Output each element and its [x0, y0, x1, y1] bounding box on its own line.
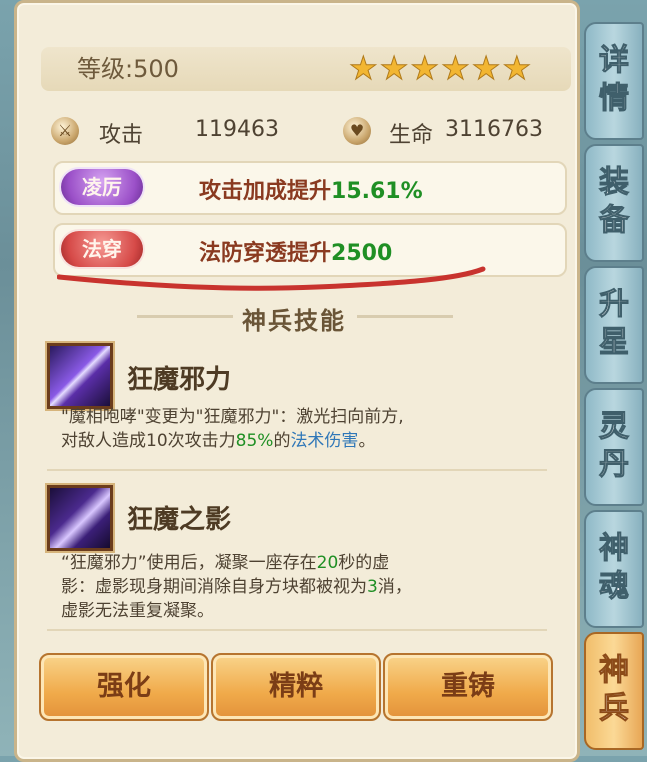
- tab-label: 兵: [599, 691, 630, 727]
- recast-button[interactable]: 重铸: [383, 653, 553, 721]
- skill-desc-line: 对敌人造成10次攻击力85%的法术伤害。: [61, 429, 561, 453]
- skill-desc-text: 消，: [377, 577, 412, 597]
- attribute-text: 攻击加成提升15.61%: [199, 173, 423, 205]
- star-rating: ★ ★ ★ ★ ★ ★: [349, 49, 532, 87]
- tab-label: 升: [599, 287, 630, 323]
- skill-desc-percent: 85%: [235, 431, 274, 451]
- attribute-value: 2500: [331, 241, 393, 266]
- tab-spirit-pill[interactable]: 灵 丹: [584, 388, 644, 506]
- skill-description: “狂魔邪力”使用后，凝聚一座存在20秒的虚 影：虚影现身期间消除自身方块都被视为…: [61, 551, 561, 623]
- attribute-prefix: 法防穿透提升: [199, 241, 332, 266]
- attribute-badge: 法穿: [61, 231, 143, 267]
- skill-description: "魔相咆哮"变更为"狂魔邪力"：激光扫向前方, 对敌人造成10次攻击力85%的法…: [61, 405, 561, 453]
- tab-label: 魂: [599, 569, 630, 605]
- tab-label: 情: [599, 81, 630, 117]
- tab-label: 神: [599, 653, 630, 689]
- skill-desc-text: 。: [358, 431, 376, 451]
- enhance-button[interactable]: 强化: [39, 653, 209, 721]
- skill-desc-number: 20: [316, 553, 339, 573]
- skill-name: 狂魔之影: [127, 505, 232, 535]
- section-title: 神兵技能: [242, 307, 346, 335]
- skill-desc-text: 的: [273, 431, 291, 451]
- star-icon: ★: [379, 49, 409, 87]
- skill-desc-text: 秒的虚: [338, 553, 390, 573]
- star-icon: ★: [410, 49, 440, 87]
- tab-label: 丹: [599, 447, 630, 483]
- skill-desc-line: "魔相咆哮"变更为"狂魔邪力"：激光扫向前方,: [61, 407, 404, 427]
- magic-damage-link[interactable]: 法术伤害: [290, 431, 358, 451]
- title-ornament-right: [357, 315, 453, 318]
- tab-details[interactable]: 详 情: [584, 22, 644, 140]
- annotation-underline: [57, 266, 486, 291]
- life-label: 生命: [389, 123, 434, 148]
- sword-icon: ⚔: [51, 117, 79, 145]
- star-icon: ★: [441, 49, 471, 87]
- life-value: 3116763: [445, 117, 543, 142]
- skill-desc-text: “狂魔邪力”使用后，凝聚一座存在: [61, 553, 317, 573]
- divider: [47, 629, 547, 631]
- weapon-detail-panel: 等级:500 ★ ★ ★ ★ ★ ★ ⚔ 攻击 119463 ♥ 生命 3116…: [14, 0, 580, 762]
- refine-button[interactable]: 精粹: [211, 653, 381, 721]
- skill-name: 狂魔邪力: [127, 365, 232, 395]
- side-tab-bar: 详 情 装 备 升 星 灵 丹 神 魂 神 兵: [584, 0, 647, 756]
- skill-desc-line: 虚影无法重复凝聚。: [61, 601, 214, 621]
- star-icon: ★: [471, 49, 501, 87]
- tab-divine-soul[interactable]: 神 魂: [584, 510, 644, 628]
- skill-icon-mad-demon-shadow[interactable]: [47, 485, 113, 551]
- skill-icon-mad-demon-power[interactable]: [47, 343, 113, 409]
- tab-label: 详: [599, 43, 630, 79]
- divider: [47, 469, 547, 471]
- attack-label: 攻击: [99, 123, 144, 148]
- attribute-value: 15.61%: [331, 179, 423, 204]
- skill-desc-text: 影：虚影现身期间消除自身方块都被视为: [61, 577, 367, 597]
- tab-label: 灵: [599, 409, 630, 445]
- tab-label: 备: [599, 203, 630, 239]
- attribute-prefix: 攻击加成提升: [199, 179, 332, 204]
- attack-value: 119463: [195, 117, 279, 142]
- tab-divine-weapon[interactable]: 神 兵: [584, 632, 644, 750]
- skill-desc-text: 对敌人造成10次攻击力: [61, 431, 236, 451]
- tab-label: 神: [599, 531, 630, 567]
- star-icon: ★: [502, 49, 532, 87]
- attribute-text: 法防穿透提升2500: [199, 235, 392, 267]
- skill-desc-line: 影：虚影现身期间消除自身方块都被视为3消，: [61, 575, 561, 599]
- skill-desc-number: 3: [367, 577, 378, 597]
- level-text: 等级:500: [77, 55, 179, 83]
- skill-desc-line: “狂魔邪力”使用后，凝聚一座存在20秒的虚: [61, 551, 561, 575]
- star-icon: ★: [349, 49, 379, 87]
- tab-label: 星: [599, 325, 630, 361]
- heart-icon: ♥: [343, 117, 371, 145]
- attribute-row: 凌厉 攻击加成提升15.61%: [53, 161, 567, 215]
- attribute-badge: 凌厉: [61, 169, 143, 205]
- tab-star-up[interactable]: 升 星: [584, 266, 644, 384]
- tab-equipment[interactable]: 装 备: [584, 144, 644, 262]
- tab-label: 装: [599, 165, 630, 201]
